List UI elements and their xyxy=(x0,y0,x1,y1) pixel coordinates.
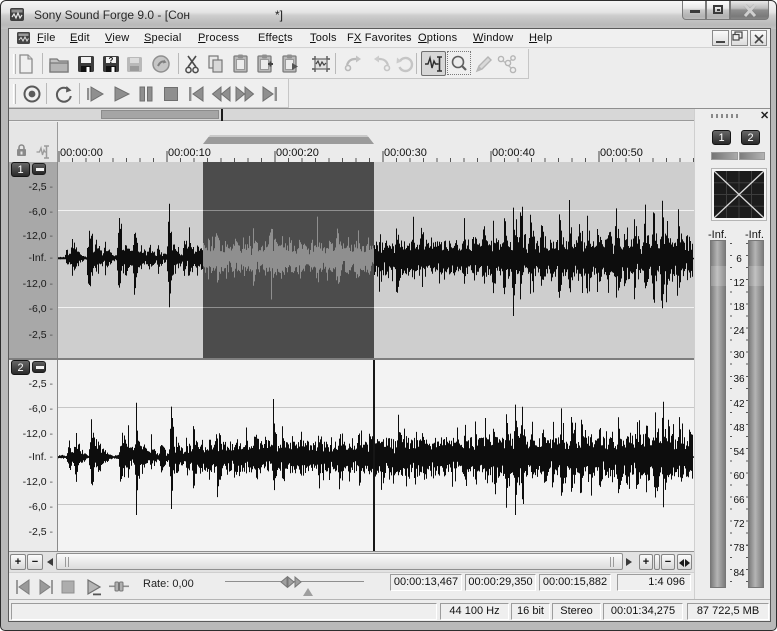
svg-text:?: ? xyxy=(109,56,114,65)
